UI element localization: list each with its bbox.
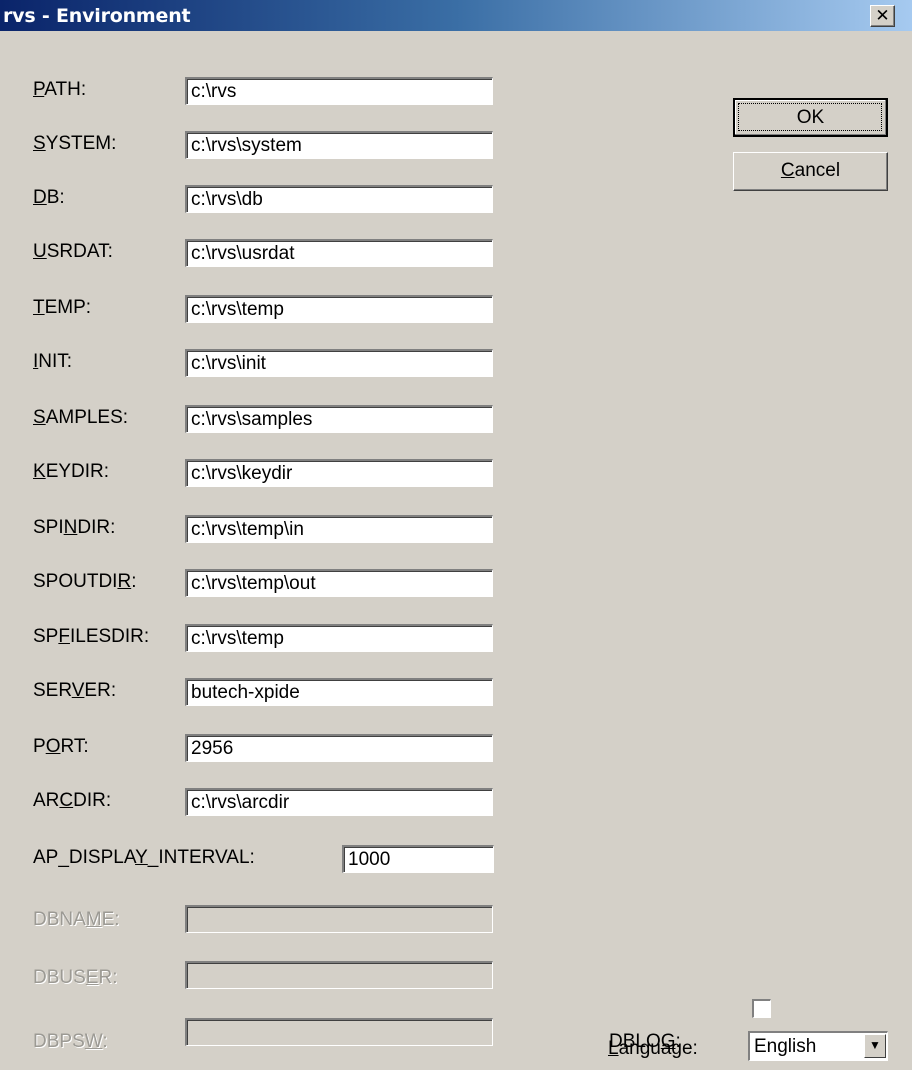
dblog-checkbox[interactable]: [752, 999, 771, 1018]
path-field[interactable]: c:\rvs: [185, 77, 493, 105]
init-field[interactable]: c:\rvs\init: [185, 349, 493, 377]
dbname-field: [185, 905, 493, 933]
label-port: PORT:: [33, 736, 89, 757]
dropdown-arrow-icon[interactable]: ▼: [864, 1034, 886, 1058]
label-spoutdir: SPOUTDIR:: [33, 571, 137, 592]
spindir-field[interactable]: c:\rvs\temp\in: [185, 515, 493, 543]
label-arcdir: ARCDIR:: [33, 790, 112, 811]
window-title: rvs - Environment: [3, 5, 191, 27]
temp-field[interactable]: c:\rvs\temp: [185, 295, 493, 323]
label-spfilesdir: SPFILESDIR:: [33, 626, 150, 647]
close-button[interactable]: ✕: [870, 5, 895, 27]
focus-rect: [738, 103, 882, 131]
db-field[interactable]: c:\rvs\db: [185, 185, 493, 213]
cancel-button[interactable]: Cancel: [733, 152, 888, 191]
label-init: INIT:: [33, 351, 73, 372]
usrdat-field[interactable]: c:\rvs\usrdat: [185, 239, 493, 267]
label-spindir: SPINDIR:: [33, 517, 116, 538]
ok-button[interactable]: OK: [733, 98, 888, 137]
label-dbname: DBNAME:: [33, 909, 120, 930]
label-samples: SAMPLES:: [33, 407, 129, 428]
dbpsw-field: [185, 1018, 493, 1046]
spoutdir-field[interactable]: c:\rvs\temp\out: [185, 569, 493, 597]
label-keydir: KEYDIR:: [33, 461, 110, 482]
label-language: Language:: [608, 1038, 698, 1059]
close-icon: ✕: [875, 6, 890, 26]
language-value: English: [754, 1036, 817, 1057]
title-bar: rvs - Environment ✕: [0, 0, 912, 31]
label-path: PATH:: [33, 79, 87, 100]
label-system: SYSTEM:: [33, 133, 117, 154]
label-dbuser: DBUSER:: [33, 967, 118, 988]
dbuser-field: [185, 961, 493, 989]
label-server: SERVER:: [33, 680, 117, 701]
samples-field[interactable]: c:\rvs\samples: [185, 405, 493, 433]
port-field[interactable]: 2956: [185, 734, 493, 762]
label-dbpsw: DBPSW:: [33, 1031, 108, 1052]
label-usrdat: USRDAT:: [33, 241, 113, 262]
arcdir-field[interactable]: c:\rvs\arcdir: [185, 788, 493, 816]
label-db: DB:: [33, 187, 65, 208]
keydir-field[interactable]: c:\rvs\keydir: [185, 459, 493, 487]
spfilesdir-field[interactable]: c:\rvs\temp: [185, 624, 493, 652]
label-ap-display-interval: AP_DISPLAY_INTERVAL:: [33, 847, 255, 868]
server-field[interactable]: butech-xpide: [185, 678, 493, 706]
label-temp: TEMP:: [33, 297, 92, 318]
ap-display-interval-field[interactable]: 1000: [342, 845, 494, 873]
system-field[interactable]: c:\rvs\system: [185, 131, 493, 159]
language-select[interactable]: English ▼: [748, 1031, 888, 1061]
